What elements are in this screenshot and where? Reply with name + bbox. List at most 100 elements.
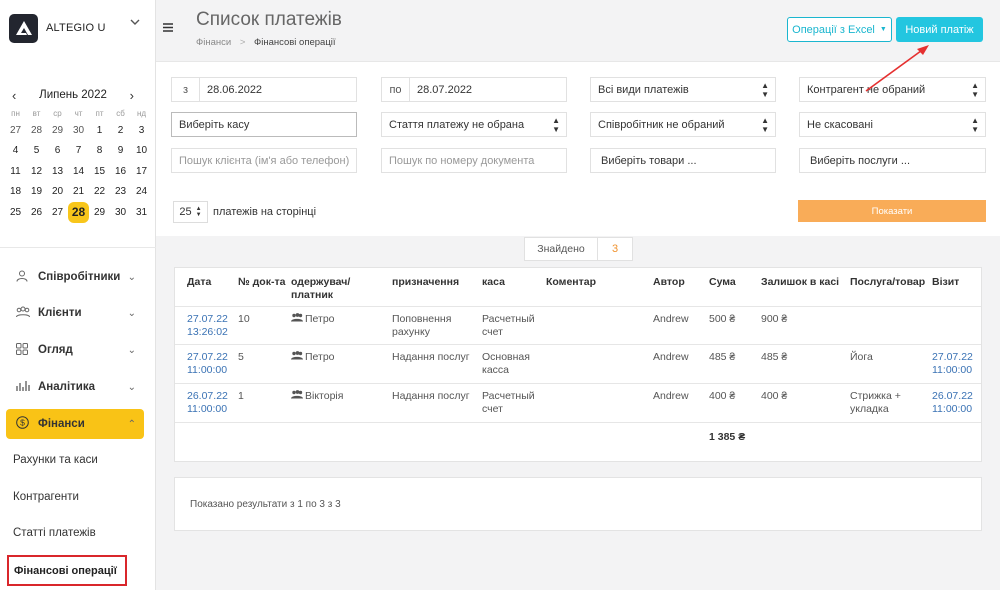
col-header-visit[interactable]: Візит <box>932 276 959 289</box>
breadcrumb-finance[interactable]: Фінанси <box>196 37 231 48</box>
col-header-doc[interactable]: № док-та <box>238 276 285 289</box>
calendar-day[interactable]: 8 <box>89 141 110 162</box>
col-header-purpose[interactable]: призначення <box>392 276 459 289</box>
payment-type-select[interactable]: Всі види платежів ▲ ▼ <box>590 77 776 102</box>
calendar-day[interactable]: 17 <box>131 161 152 182</box>
calendar-day[interactable]: 27 <box>47 202 68 223</box>
nav-sub-operations[interactable]: Фінансові операції <box>7 555 127 586</box>
nav-sub-items[interactable]: Статті платежів <box>13 527 96 539</box>
row-service-line2: укладка <box>850 403 889 415</box>
nav-clients[interactable]: Клієнти ⌄ <box>6 298 144 328</box>
calendar-day[interactable]: 29 <box>47 120 68 141</box>
employee-select[interactable]: Співробітник не обраний ▲ ▼ <box>590 112 776 137</box>
calendar-day[interactable]: 1 <box>89 120 110 141</box>
row-visit[interactable]: 26.07.22 11:00:00 <box>932 390 973 416</box>
calendar-day[interactable]: 14 <box>68 161 89 182</box>
col-header-sum[interactable]: Сума <box>709 276 736 289</box>
col-header-comment[interactable]: Коментар <box>546 276 596 289</box>
row-cashbox-line2: счет <box>482 403 503 415</box>
employee-value: Співробітник не обраний <box>598 118 725 131</box>
col-header-balance[interactable]: Залишок в касі <box>761 276 839 289</box>
nav-finance[interactable]: $ Фінанси ⌃ <box>6 409 144 439</box>
calendar-day[interactable]: 30 <box>110 202 131 223</box>
cashbox-select[interactable]: Виберіть касу <box>171 112 357 137</box>
calendar-month: Липень 2022 <box>39 89 107 101</box>
calendar-day[interactable]: 18 <box>5 182 26 203</box>
calendar-day[interactable]: 16 <box>110 161 131 182</box>
date-from-field[interactable]: з 28.06.2022 <box>171 77 357 102</box>
row-purpose: Поповнення рахунку <box>392 313 451 339</box>
nav-analytics-label: Аналітика <box>38 381 96 393</box>
calendar-day[interactable]: 20 <box>47 182 68 203</box>
calendar-weekday: нд <box>136 108 147 118</box>
row-date[interactable]: 27.07.22 11:00:00 <box>187 351 228 377</box>
per-page-control: 25 ▲ ▼ платежів на сторінці <box>173 201 316 223</box>
date-to-field[interactable]: по 28.07.2022 <box>381 77 567 102</box>
calendar-prev-icon[interactable]: ‹ <box>12 88 16 103</box>
row-purpose: Надання послуг <box>392 390 470 403</box>
calendar-next-icon[interactable]: › <box>130 88 134 103</box>
row-cashbox: Основная касса <box>482 351 530 377</box>
calendar-day[interactable]: 21 <box>68 182 89 203</box>
calendar-day[interactable]: 28 <box>68 202 89 223</box>
per-page-select[interactable]: 25 ▲ ▼ <box>173 201 208 223</box>
new-payment-button[interactable]: Новий платіж <box>896 17 983 42</box>
calendar-day[interactable]: 6 <box>47 141 68 162</box>
row-date[interactable]: 27.07.22 13:26:02 <box>187 313 228 339</box>
nav-analytics[interactable]: Аналітика ⌄ <box>6 372 144 402</box>
services-select[interactable]: Виберіть послуги ... <box>799 148 986 173</box>
nav-overview[interactable]: Огляд ⌄ <box>6 335 144 365</box>
calendar-day[interactable]: 22 <box>89 182 110 203</box>
calendar-day[interactable]: 4 <box>5 141 26 162</box>
mini-calendar: ‹ Липень 2022 › пн вт ср чт пт сб нд 27 28 29 30 1 2… <box>0 84 156 223</box>
col-header-date[interactable]: Дата <box>187 276 211 289</box>
calendar-day[interactable]: 11 <box>5 161 26 182</box>
calendar-day[interactable]: 25 <box>5 202 26 223</box>
calendar-day[interactable]: 27 <box>5 120 26 141</box>
counterparty-select[interactable]: Контрагент не обраний ▲ ▼ <box>799 77 986 102</box>
calendar-day[interactable]: 15 <box>89 161 110 182</box>
show-button[interactable]: Показати <box>798 200 986 222</box>
calendar-day[interactable]: 5 <box>26 141 47 162</box>
excel-operations-button[interactable]: Операції з Excel ▼ <box>787 17 892 42</box>
payment-type-value: Всі види платежів <box>598 83 689 96</box>
col-header-service[interactable]: Послуга/товар <box>850 276 925 289</box>
calendar-day[interactable]: 24 <box>131 182 152 203</box>
document-search-input[interactable]: Пошук по номеру документа <box>381 148 567 173</box>
calendar-day[interactable]: 9 <box>110 141 131 162</box>
col-header-author[interactable]: Автор <box>653 276 685 289</box>
calendar-day[interactable]: 2 <box>110 120 131 141</box>
results-text: Показано результати з 1 по 3 з 3 <box>190 498 341 510</box>
calendar-weekday: пт <box>95 108 104 118</box>
col-header-payee[interactable]: одержувач/платник <box>291 276 350 302</box>
calendar-day[interactable]: 12 <box>26 161 47 182</box>
calendar-day[interactable]: 29 <box>89 202 110 223</box>
cancelled-select[interactable]: Не скасовані ▲ ▼ <box>799 112 986 137</box>
calendar-day[interactable]: 26 <box>26 202 47 223</box>
calendar-day[interactable]: 19 <box>26 182 47 203</box>
calendar-day[interactable]: 3 <box>131 120 152 141</box>
calendar-weekday: сб <box>116 108 125 118</box>
row-date[interactable]: 26.07.22 11:00:00 <box>187 390 228 416</box>
calendar-day[interactable]: 28 <box>26 120 47 141</box>
goods-select[interactable]: Виберіть товари ... <box>590 148 776 173</box>
select-arrows-icon: ▲ ▼ <box>761 115 769 134</box>
menu-icon[interactable] <box>163 19 173 36</box>
nav-sub-accounts[interactable]: Рахунки та каси <box>13 454 98 466</box>
brand[interactable]: ALTEGIO U <box>0 0 155 56</box>
chevron-down-icon[interactable] <box>130 16 140 28</box>
calendar-day[interactable]: 30 <box>68 120 89 141</box>
main-content: Список платежів Фінанси > Фінансові опер… <box>156 0 1000 590</box>
calendar-day[interactable]: 13 <box>47 161 68 182</box>
calendar-day[interactable]: 10 <box>131 141 152 162</box>
calendar-day[interactable]: 7 <box>68 141 89 162</box>
select-arrows-icon: ▲ ▼ <box>195 206 202 218</box>
calendar-day[interactable]: 23 <box>110 182 131 203</box>
col-header-cashbox[interactable]: каса <box>482 276 505 289</box>
calendar-day[interactable]: 31 <box>131 202 152 223</box>
client-search-input[interactable]: Пошук клієнта (ім'я або телефон) <box>171 148 357 173</box>
nav-sub-counterparties[interactable]: Контрагенти <box>13 491 79 503</box>
payment-item-select[interactable]: Стаття платежу не обрана ▲ ▼ <box>381 112 567 137</box>
row-visit[interactable]: 27.07.22 11:00:00 <box>932 351 973 377</box>
nav-employees[interactable]: Співробітники ⌄ <box>6 262 144 292</box>
